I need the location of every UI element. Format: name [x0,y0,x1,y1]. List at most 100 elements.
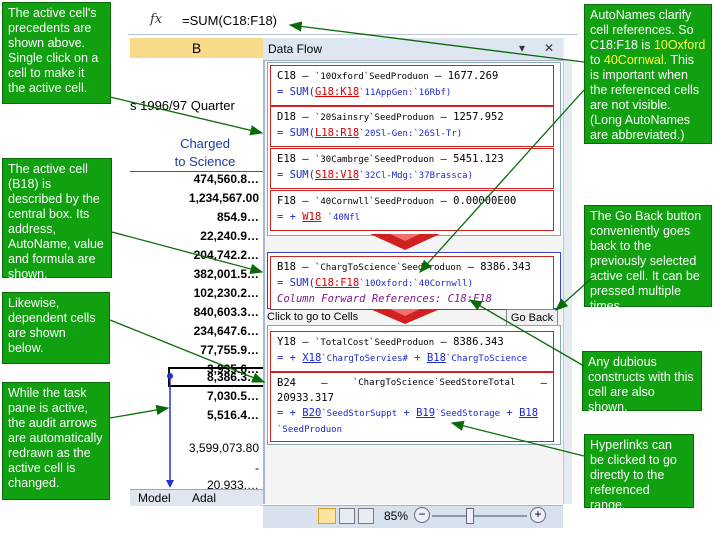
cell-value: 8386.343 [453,336,504,348]
zoom-slider-thumb[interactable] [466,508,474,524]
range-autoname: `32Cl-Mdg:`37Brassca) [359,171,473,181]
autoname: `ChargToScience`SeedStoreTotal [352,378,516,388]
autoname: `10Oxford`SeedProduon [314,72,429,82]
callout-highlight: 10Oxford [653,38,706,52]
cell-address[interactable]: C18 [277,70,296,82]
cell-value: 1677.269 [447,70,499,82]
cell-address[interactable]: E18 [277,153,296,165]
range-link[interactable]: B19 [416,407,435,419]
callout-dependents: Likewise, dependent cells are shown belo… [2,292,110,364]
callout-dubious: Any dubious constructs with this cell ar… [582,351,702,414]
callout-hyperlinks: Hyperlinks can be clicked to go directly… [584,434,694,512]
zoom-level[interactable]: 85% [384,509,408,523]
column-caption: Charged to Science [150,135,260,171]
precedent-box[interactable]: E18 — `30Cambrge`SeedProduon — 5451.123 … [270,148,554,189]
autoname: `40Cornwll`SeedProduon [314,197,435,207]
pane-title: Data Flow [268,42,323,56]
normal-view-icon[interactable] [318,508,336,524]
range-link[interactable]: L18:R18 [315,127,359,139]
dependent-box[interactable]: Y18 — `TotalCost`SeedProduon — 8386.343 … [270,331,554,372]
range-link[interactable]: W18 [302,211,321,223]
zoom-in-icon[interactable]: + [530,507,546,523]
pane-menu-icon[interactable]: ▾ [519,41,525,55]
active-autoname: `ChargToScience`SeedProduon [314,263,462,273]
range-link[interactable]: G18:K18 [315,86,359,98]
callout-go-back: The Go Back button conveniently goes bac… [584,205,712,313]
cell-value[interactable]: 77,755.9… [200,343,259,357]
cell-address[interactable]: F18 [277,195,296,207]
cell-value[interactable]: 7,030.5… [207,389,259,403]
callout-text: to [590,53,604,67]
cell-value: 5451.123 [453,153,504,165]
cell-value[interactable]: 102,230.2… [194,286,259,300]
autoname: `30Cambrge`SeedProduon [314,155,435,165]
cell-value[interactable]: 234,647.6… [194,324,259,338]
precedent-box[interactable]: C18 — `10Oxford`SeedProduon — 1677.269 =… [270,65,554,106]
forward-references: Column Forward References: C18:F18 [277,293,492,305]
cell-value[interactable]: 382,001.5… [194,267,259,281]
range-autoname: `SeedProduon [277,425,343,435]
callout-audit-arrows: While the task pane is active, the audit… [2,382,110,500]
cell-value: 20933.317 [277,392,334,404]
callout-highlight: 40Cornwal [603,53,664,67]
cell-value[interactable]: 3,599,073.80 [189,441,259,455]
precedent-box[interactable]: F18 — `40Cornwll`SeedProduon — 0.00000E0… [270,190,554,231]
cell-value[interactable]: 204,742.2… [194,248,259,262]
callout-active-cell: The active cell (B18) is described by th… [2,158,112,281]
cell-value[interactable]: - [255,461,259,475]
cell-value[interactable]: 474,560.8… [194,172,259,186]
flow-arrow [370,309,440,324]
range-link[interactable]: S18:V18 [315,169,359,181]
page-break-icon[interactable] [358,508,374,524]
divider [130,171,263,172]
active-cell-address[interactable]: B18 [277,261,296,273]
cell-value[interactable]: 5,516.4… [207,408,259,422]
sheet-tabs: Model Adal [130,489,263,506]
page-layout-icon[interactable] [339,508,355,524]
close-icon[interactable]: ✕ [544,41,554,55]
range-link[interactable]: C18:F18 [315,277,359,289]
cell-value: 1257.952 [453,111,504,123]
active-value: 8386.343 [480,261,531,273]
cell-address[interactable]: D18 [277,111,296,123]
callout-precedents: The active cell's precedents are shown a… [2,2,111,104]
range-autoname: `20Sl-Gen:`26Sl-Tr) [359,129,463,139]
range-link[interactable]: B20 [302,407,321,419]
autoname: `TotalCost`SeedProduon [314,338,435,348]
fx-icon[interactable]: fx [150,12,170,30]
cell-value[interactable]: 854.9… [217,210,259,224]
range-autoname: `11AppGen:`16Rbf) [359,88,452,98]
cell-value[interactable]: 1,234,567.00 [189,191,259,205]
range-autoname: `SeedStorage [435,409,501,419]
autoname: `20Sainsry`SeedProduon [314,113,435,123]
audit-arrow [166,373,174,488]
range-autoname: `40Nfl [327,213,361,223]
cell-address[interactable]: B24 [277,376,296,391]
pane-scrollbar[interactable] [563,60,572,504]
cell-value[interactable]: 840,603.3… [194,305,259,319]
range-link[interactable]: B18 [427,352,446,364]
dependent-box[interactable]: B24— `ChargToScience`SeedStoreTotal — 2093… [270,372,554,442]
click-to-go-label: Click to go to Cells [267,311,359,323]
zoom-slider[interactable] [432,515,527,517]
column-header-b[interactable]: B [130,38,263,59]
range-autoname: `ChargToScience [445,354,528,364]
callout-autonames: AutoNames clarify cell references. So C1… [584,4,712,144]
cell-address[interactable]: Y18 [277,336,296,348]
range-link[interactable]: B18 [519,407,538,419]
charged-line1: Charged [180,136,230,151]
precedent-box[interactable]: D18 — `20Sainsry`SeedProduon — 1257.952 … [270,106,554,147]
range-link[interactable]: X18 [302,352,321,364]
range-autoname: `SeedStorSuppt [321,409,398,419]
sheet-tab-model[interactable]: Model [138,491,171,505]
charged-line2: to Science [174,154,236,169]
flow-arrow [370,234,440,250]
quarter-heading: s 1996/97 Quarter [130,98,235,113]
cell-value[interactable]: 22,240.9… [200,229,259,243]
cell-value: 0.00000E00 [453,195,517,207]
zoom-out-icon[interactable]: − [414,507,430,523]
range-autoname: `10Oxford:`40Cornwll) [359,279,473,289]
sheet-tab-adal[interactable]: Adal [192,491,216,505]
active-cell-box[interactable]: B18 — `ChargToScience`SeedProduon — 8386… [270,256,554,310]
formula-text[interactable]: =SUM(C18:F18) [182,13,277,28]
